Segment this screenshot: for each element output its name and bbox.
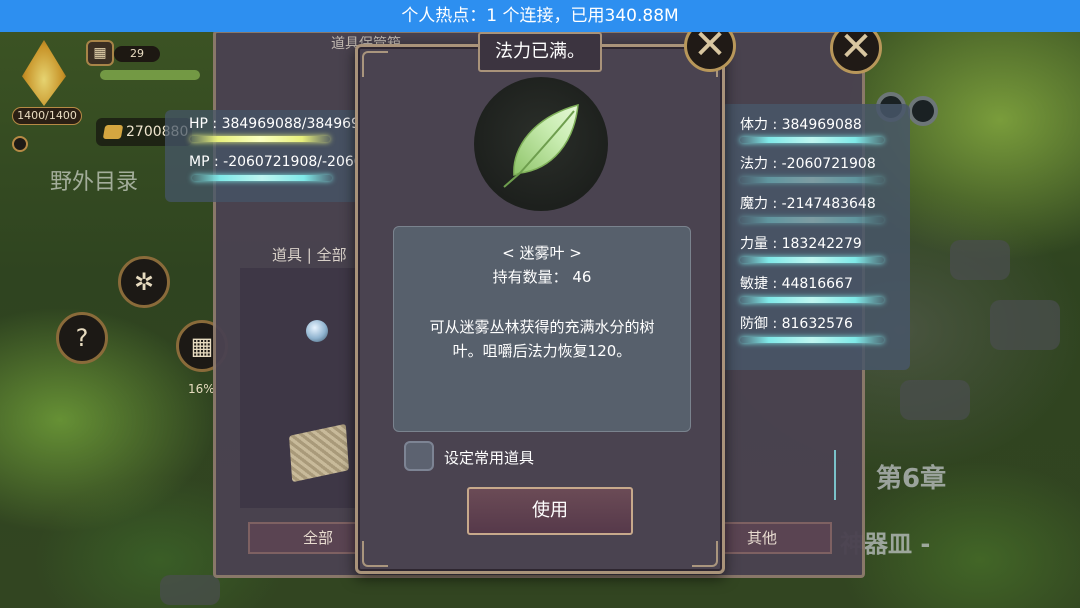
stat-bar xyxy=(740,337,884,343)
scrollbar[interactable] xyxy=(834,450,836,500)
stat-bar xyxy=(740,217,884,223)
gear-icon[interactable]: ✲ xyxy=(118,256,170,308)
item-name: < 迷雾叶 > xyxy=(502,244,582,262)
use-button[interactable]: 使用 xyxy=(467,487,633,535)
progress-percent: 16% xyxy=(188,382,215,396)
ring-icon[interactable] xyxy=(908,96,938,126)
stat-bar xyxy=(740,297,884,303)
menu-dot-button[interactable] xyxy=(12,136,28,152)
corner-ornament xyxy=(362,541,388,567)
rock-decoration xyxy=(900,380,970,420)
stat-bar xyxy=(740,137,884,143)
help-glyph: ? xyxy=(75,324,89,352)
favorite-checkbox[interactable] xyxy=(404,441,434,471)
favorite-label: 设定常用道具 xyxy=(444,449,535,467)
stat-bar xyxy=(740,177,884,183)
leaf-icon xyxy=(503,103,579,188)
inventory-category-tab[interactable]: 道具 | 全部 xyxy=(272,240,347,270)
rock-decoration xyxy=(160,575,220,605)
stat-magic: 魔力 : -2147483648 xyxy=(740,196,876,212)
field-directory-label[interactable]: 野外目录 xyxy=(50,164,138,196)
hp-bar xyxy=(190,136,330,142)
stat-strength: 力量 : 183242279 xyxy=(740,236,862,252)
stat-mana: 法力 : -2060721908 xyxy=(740,156,876,172)
orb-item-icon[interactable] xyxy=(306,320,328,342)
stat-defense: 防御 : 81632576 xyxy=(740,316,853,332)
gold-icon xyxy=(102,125,124,139)
help-icon[interactable]: ? xyxy=(56,312,108,364)
item-description-line: 可从迷雾丛林获得的充满水分的树 xyxy=(429,318,655,336)
popup-title: 法力已满。 xyxy=(478,32,602,72)
rock-decoration xyxy=(990,300,1060,350)
hotspot-status-bar: 个人热点：1 个连接，已用340.88M xyxy=(0,0,1080,32)
stat-bar xyxy=(740,257,884,263)
calendar-icon[interactable]: ▦ xyxy=(86,40,114,66)
chapter-label: 第6章 xyxy=(876,464,947,494)
player-exp-bar xyxy=(100,70,200,80)
corner-ornament xyxy=(362,51,388,77)
item-description-line: 叶。咀嚼后法力恢复120。 xyxy=(452,342,632,360)
player-level: 29 xyxy=(114,46,160,62)
rock-decoration xyxy=(950,240,1010,280)
item-icon-frame xyxy=(474,77,608,211)
item-quantity: 持有数量： 46 xyxy=(492,268,592,286)
stat-stamina: 体力 : 384969088 xyxy=(740,117,862,133)
corner-ornament xyxy=(692,541,718,567)
hp-counter: 1400/1400 xyxy=(12,107,82,125)
mp-bar xyxy=(192,175,332,181)
stat-agility: 敏捷 : 44816667 xyxy=(740,276,853,292)
